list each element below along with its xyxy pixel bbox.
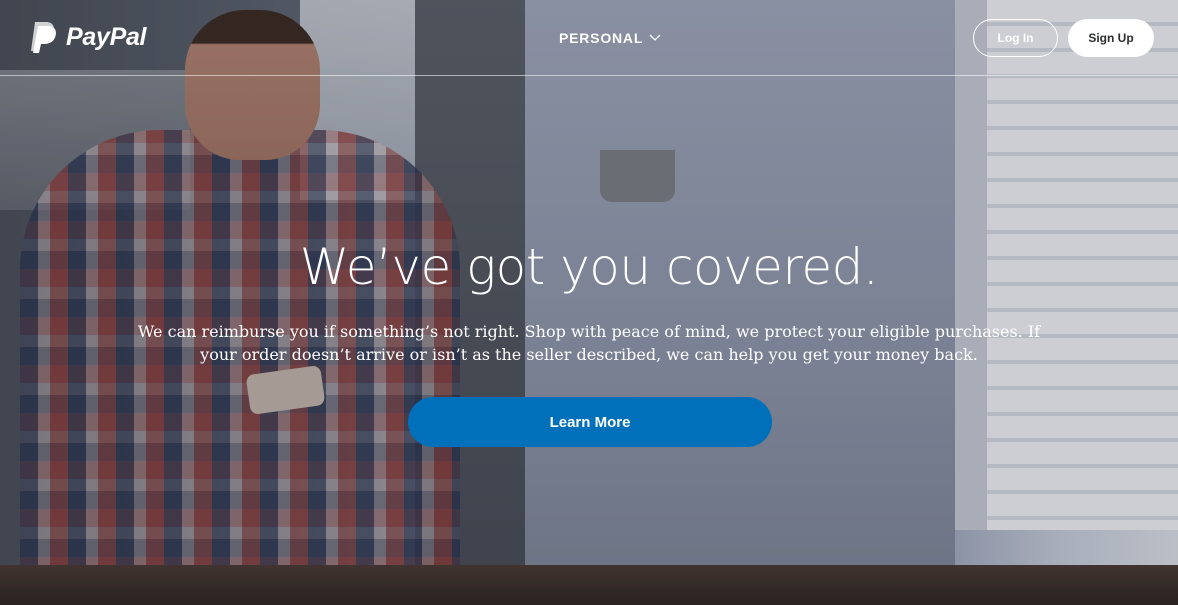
brand-name: PayPal [66, 22, 147, 51]
hero-headline: We’ve got you covered. [299, 238, 879, 296]
hero-overlay [0, 0, 1178, 605]
paypal-logo-icon [31, 22, 56, 53]
hero-section: PayPal PERSONAL Log In Sign Up We’ve got… [0, 0, 1178, 605]
nav-personal-label: PERSONAL [559, 30, 644, 46]
learn-more-button[interactable]: Learn More [408, 397, 772, 447]
signup-button[interactable]: Sign Up [1068, 19, 1154, 57]
nav-personal[interactable]: PERSONAL [559, 30, 661, 46]
login-button[interactable]: Log In [973, 19, 1058, 57]
site-header: PayPal PERSONAL Log In Sign Up [0, 0, 1178, 76]
chevron-down-icon [649, 34, 661, 41]
paypal-logo[interactable]: PayPal [28, 20, 147, 54]
hero-subtext: We can reimburse you if something’s not … [137, 322, 1041, 364]
